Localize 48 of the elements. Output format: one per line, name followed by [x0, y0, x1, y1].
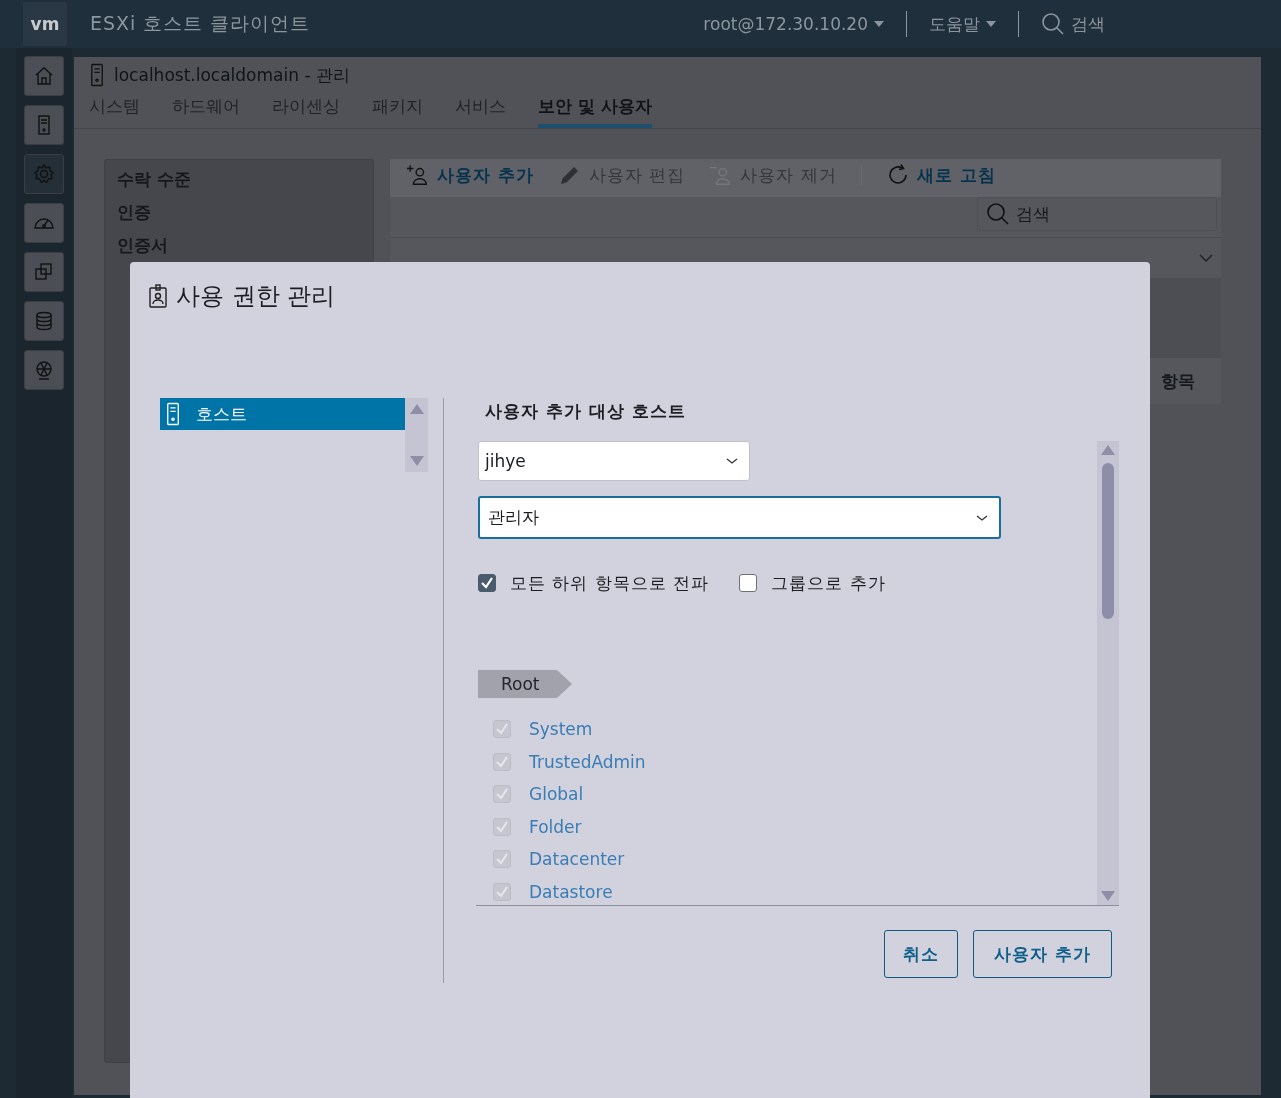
checkbox[interactable]: [478, 574, 496, 593]
section-heading: 사용자 추가 대상 호스트: [484, 400, 687, 423]
item-count: 항목: [1161, 369, 1195, 393]
tree-item[interactable]: 호스트: [160, 398, 405, 430]
arrow-up-icon[interactable]: [1101, 445, 1115, 455]
search-placeholder: 검색: [1016, 202, 1050, 226]
caret-icon: [986, 21, 996, 27]
toolbar-button[interactable]: 사용자 추가: [406, 163, 548, 187]
add-user-icon: [406, 163, 430, 187]
arrow-down-icon[interactable]: [409, 456, 424, 466]
role-dropdown[interactable]: 관리자: [478, 496, 1001, 539]
nav-button[interactable]: [24, 301, 64, 341]
app-title: ESXi 호스트 클라이언트: [90, 11, 312, 36]
logo[interactable]: vm: [23, 2, 67, 46]
breadcrumb[interactable]: Root: [478, 669, 572, 698]
user-dropdown[interactable]: jihye: [478, 441, 750, 482]
arrow-down-icon[interactable]: [1101, 891, 1115, 901]
toolbar-button[interactable]: 새로 고침: [885, 163, 1010, 187]
dialog-title: 사용 권한 관리: [176, 281, 336, 312]
page-title: localhost.localdomain - 관리: [114, 63, 350, 87]
cancel-button[interactable]: 취소: [884, 930, 959, 978]
checkbox-label[interactable]: 그룹으로 추가: [771, 571, 886, 595]
gear-icon: [32, 162, 56, 186]
nav-button[interactable]: [24, 203, 64, 243]
search-field[interactable]: 검색: [977, 197, 1217, 231]
user-menu[interactable]: root@172.30.10.20: [703, 14, 868, 34]
search-icon: [986, 202, 1010, 226]
help-menu[interactable]: 도움말: [929, 12, 980, 36]
checkbox-label[interactable]: 모든 하위 항목으로 전파: [510, 571, 710, 595]
nav-button[interactable]: [24, 105, 64, 145]
caret-icon: [874, 21, 884, 27]
tab[interactable]: 보안 및 사용자: [538, 93, 652, 128]
scrollbar[interactable]: [405, 398, 428, 472]
arrow-up-icon[interactable]: [409, 404, 424, 414]
search-icon: [1041, 12, 1065, 36]
search-link[interactable]: 검색: [1071, 12, 1105, 36]
scrollbar[interactable]: [1097, 441, 1119, 905]
nav-button[interactable]: [24, 56, 64, 96]
scrollbar-thumb[interactable]: [1102, 463, 1114, 619]
nav-button[interactable]: [24, 252, 64, 292]
server-icon: [90, 63, 104, 87]
nav-button[interactable]: [24, 350, 64, 390]
server-icon: [166, 402, 180, 426]
add-user-button[interactable]: 사용자 추가: [973, 930, 1112, 978]
chevron-icon: [1199, 253, 1213, 263]
checkbox[interactable]: [739, 574, 758, 593]
id-badge-icon: [148, 284, 168, 308]
nav-button[interactable]: [24, 154, 64, 194]
